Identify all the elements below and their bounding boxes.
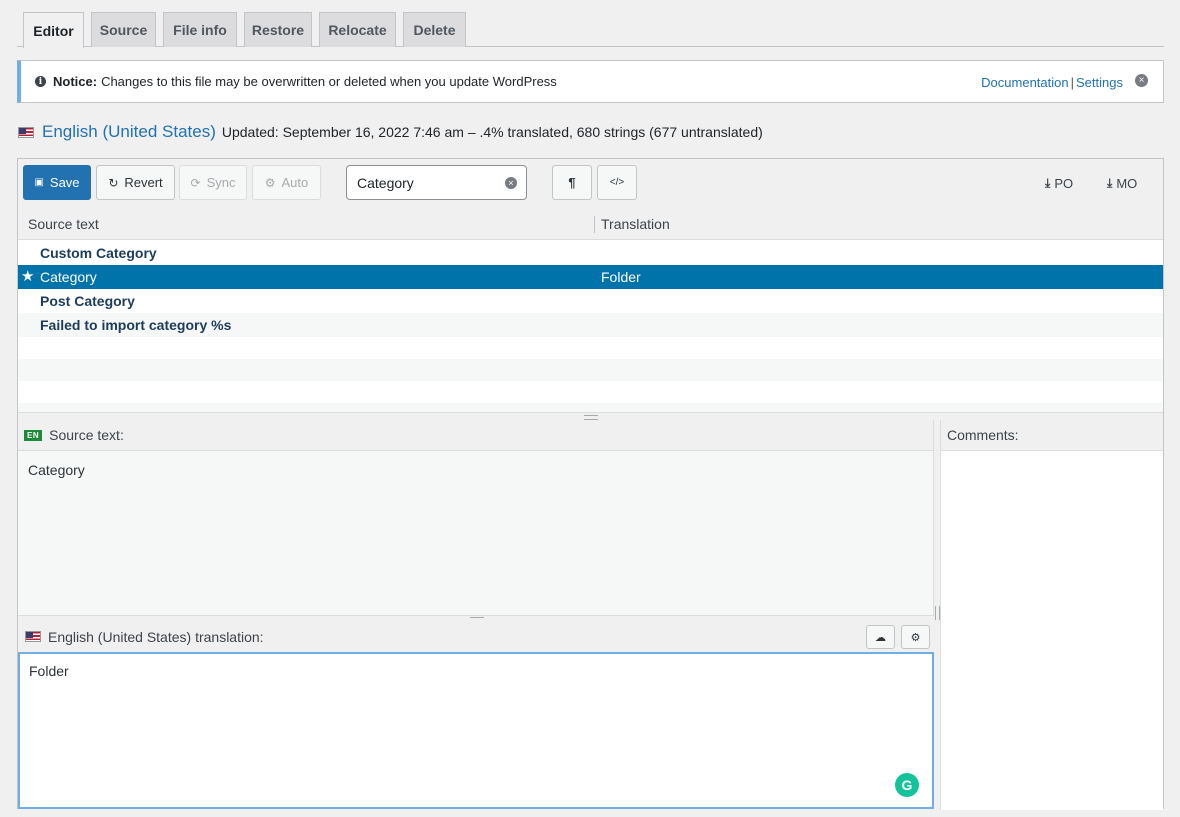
row-source: Post Category <box>40 293 135 309</box>
comments-pane: Comments: <box>940 420 1163 810</box>
revert-label: Revert <box>124 175 163 190</box>
translation-pane-header: English (United States) translation: <box>18 621 934 652</box>
download-icon: ⤓ <box>1107 176 1113 190</box>
table-row[interactable]: Post Category <box>18 289 1163 313</box>
table-row[interactable]: Custom Category <box>18 241 1163 265</box>
cloud-icon: ☁ <box>875 631 886 644</box>
sync-button[interactable]: ⟳ Sync <box>179 165 247 200</box>
source-text: Category <box>28 462 85 478</box>
source-pane-label: Source text: <box>49 427 124 443</box>
us-flag-icon <box>18 126 34 138</box>
editor-toolbar: ▣ Save ↻ Revert ⟳ Sync ⚙ Auto × ¶ </> ⤓ … <box>18 159 1163 209</box>
robot-icon: ⚙ <box>910 631 921 644</box>
tab-file-info[interactable]: File info <box>163 12 237 47</box>
source-pane: EN Source text: Category <box>18 420 934 615</box>
search-box: × <box>346 165 527 200</box>
tab-delete[interactable]: Delete <box>403 12 466 47</box>
revert-button[interactable]: ↻ Revert <box>96 165 175 200</box>
translation-textarea[interactable] <box>18 652 934 809</box>
locale-header: English (United States) Updated: Septemb… <box>18 122 763 142</box>
tab-bar: Editor Source File info Restore Relocate… <box>17 12 1164 48</box>
auto-translate-button[interactable]: ⚙ <box>901 625 930 649</box>
grid-header: Source text Translation <box>18 209 1163 240</box>
robot-icon: ⚙ <box>264 175 276 190</box>
notice-banner: i Notice: Changes to this file may be ov… <box>17 60 1164 103</box>
pilcrow-icon: ¶ <box>568 175 576 190</box>
sync-icon: ⟳ <box>190 175 201 190</box>
code-view-toggle-button[interactable]: </> <box>597 165 637 200</box>
link-separator: | <box>1070 75 1075 90</box>
comments-label: Comments: <box>947 427 1019 443</box>
translation-column-header[interactable]: Translation <box>601 216 670 232</box>
save-icon: ▣ <box>34 177 44 188</box>
list-resize-handle[interactable] <box>18 412 1163 420</box>
en-badge: EN <box>24 429 43 441</box>
save-button[interactable]: ▣ Save <box>23 165 91 200</box>
tab-relocate[interactable]: Relocate <box>319 12 396 47</box>
download-mo-button[interactable]: ⤓ MO <box>1107 176 1137 191</box>
invisibles-toggle-button[interactable]: ¶ <box>552 165 592 200</box>
column-divider[interactable] <box>594 216 595 233</box>
us-flag-icon <box>25 631 41 642</box>
locale-meta: Updated: September 16, 2022 7:46 am – .4… <box>221 124 763 140</box>
clear-search-icon[interactable]: × <box>505 177 517 189</box>
grammarly-icon[interactable]: G <box>895 773 919 797</box>
download-po-button[interactable]: ⤓ PO <box>1045 176 1073 191</box>
empty-row <box>18 337 1163 359</box>
string-list: Custom Category ★ Category Folder Post C… <box>18 241 1163 422</box>
auto-button[interactable]: ⚙ Auto <box>252 165 321 200</box>
mo-label: MO <box>1116 176 1138 191</box>
source-column-header[interactable]: Source text <box>28 216 99 232</box>
row-source: Category <box>40 269 97 285</box>
info-icon: i <box>35 76 46 87</box>
table-row-selected[interactable]: ★ Category Folder <box>18 265 1163 289</box>
star-icon: ★ <box>21 268 35 285</box>
search-input[interactable] <box>347 166 487 199</box>
download-icon: ⤓ <box>1045 176 1051 190</box>
locale-name[interactable]: English (United States) <box>42 122 216 142</box>
po-label: PO <box>1054 176 1074 191</box>
empty-row <box>18 359 1163 381</box>
tab-editor[interactable]: Editor <box>23 12 84 48</box>
comments-pane-header: Comments: <box>941 420 1163 451</box>
row-source: Failed to import category %s <box>40 317 232 333</box>
tab-restore[interactable]: Restore <box>244 12 312 47</box>
sync-label: Sync <box>206 175 236 190</box>
code-icon: </> <box>609 177 625 188</box>
row-translation: Folder <box>601 269 641 285</box>
empty-row <box>18 381 1163 403</box>
documentation-link[interactable]: Documentation <box>981 75 1068 90</box>
revert-icon: ↻ <box>108 175 119 190</box>
row-source: Custom Category <box>40 245 157 261</box>
settings-link[interactable]: Settings <box>1076 75 1123 90</box>
notice-links: Documentation | Settings <box>981 75 1123 90</box>
dismiss-icon[interactable]: × <box>1135 74 1148 87</box>
translation-pane: English (United States) translation: ☁ ⚙… <box>18 621 934 810</box>
translation-pane-label: English (United States) translation: <box>48 628 264 645</box>
notice-lead: Notice: <box>53 74 98 89</box>
editor-panel: ▣ Save ↻ Revert ⟳ Sync ⚙ Auto × ¶ </> ⤓ … <box>17 158 1164 810</box>
tab-source[interactable]: Source <box>91 12 156 47</box>
auto-label: Auto <box>281 175 309 190</box>
table-row[interactable]: Failed to import category %s <box>18 313 1163 337</box>
save-label: Save <box>49 175 80 190</box>
notice-message: Changes to this file may be overwritten … <box>101 74 557 89</box>
source-pane-header: EN Source text: <box>18 420 933 451</box>
cloud-translate-button[interactable]: ☁ <box>866 625 895 649</box>
